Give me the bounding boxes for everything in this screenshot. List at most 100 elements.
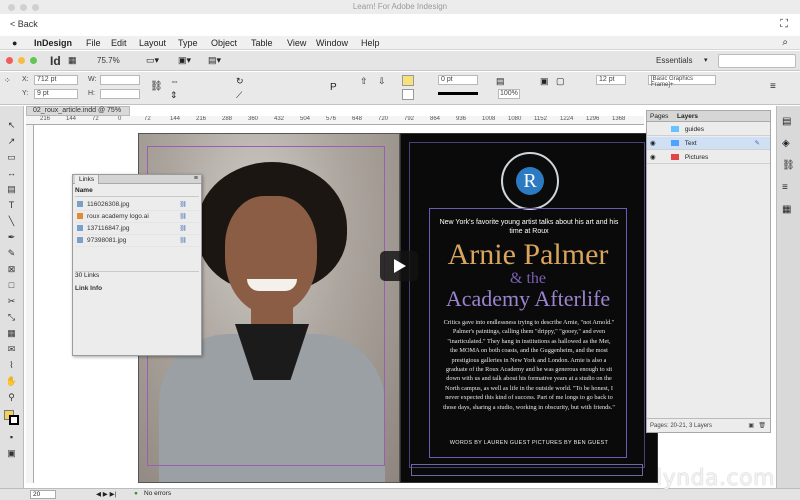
links-tab[interactable]: Links — [75, 175, 100, 184]
select-container-icon[interactable]: ⇧ — [360, 76, 368, 87]
layer-row-pictures[interactable]: ◉ Pictures — [647, 151, 770, 164]
text-wrap-icon[interactable]: ▤ — [496, 76, 505, 87]
link-row[interactable]: 137116847.jpg ⛓ — [75, 223, 199, 235]
swatches-panel-icon[interactable]: ▦ — [782, 204, 791, 215]
zoom-window-button[interactable] — [32, 4, 39, 11]
type-tool-icon[interactable]: T — [5, 200, 18, 211]
tab-layers[interactable]: Layers — [677, 111, 698, 122]
content-collector-icon[interactable]: ▤ — [5, 184, 18, 195]
eye-icon[interactable]: ◉ — [650, 151, 656, 164]
document-tab[interactable]: 02_roux_article.indd @ 75% — [26, 106, 130, 116]
menu-view[interactable]: View — [287, 38, 306, 48]
reference-point-icon[interactable]: ⁘ — [4, 76, 11, 85]
zoom-tool-icon[interactable]: ⚲ — [5, 392, 18, 403]
note-tool-icon[interactable]: ✉ — [5, 344, 18, 355]
close-doc-button[interactable] — [6, 57, 13, 64]
links-panel-icon[interactable]: ⛓ — [782, 160, 795, 171]
opacity-field[interactable]: 100% — [498, 89, 520, 99]
gap-field[interactable]: 12 pt — [596, 75, 626, 85]
close-window-button[interactable] — [8, 4, 15, 11]
shear-icon[interactable]: ⟋ — [236, 90, 242, 101]
flip-icon[interactable]: P — [330, 82, 337, 93]
zoom-level-dropdown[interactable]: 75.7% — [97, 56, 120, 65]
eyedropper-tool-icon[interactable]: ⌇ — [5, 360, 18, 371]
layer-row-guides[interactable]: guides — [647, 123, 770, 136]
link-row[interactable]: 97398081.jpg ⛓ — [75, 235, 199, 247]
stroke-color-swatch[interactable] — [9, 415, 19, 425]
arrange-documents-icon[interactable]: ▤▾ — [208, 55, 221, 66]
stroke-swatch[interactable] — [402, 89, 414, 100]
panel-menu-icon[interactable]: ≡ — [194, 175, 198, 182]
fit-frame-icon[interactable]: ▢ — [556, 76, 565, 87]
link-info-section[interactable]: Link Info — [75, 285, 102, 292]
bridge-icon[interactable]: ▦ — [68, 55, 77, 66]
stroke-weight-field[interactable]: 0 pt — [438, 75, 478, 85]
roux-academy-logo[interactable]: R — [501, 152, 559, 210]
height-field[interactable] — [100, 89, 140, 99]
width-field[interactable] — [100, 75, 140, 85]
menu-table[interactable]: Table — [251, 38, 273, 48]
panel-menu-icon[interactable]: ≡ — [770, 81, 776, 92]
scissors-tool-icon[interactable]: ✂ — [5, 296, 18, 307]
link-row[interactable]: 116026308.jpg ⛓ — [75, 199, 199, 211]
screen-mode-icon[interactable]: ▣▾ — [178, 55, 191, 66]
y-position-field[interactable]: 9 pt — [34, 89, 78, 99]
fullscreen-icon[interactable]: ⛶ — [780, 18, 788, 31]
stroke-type-preview[interactable] — [438, 92, 478, 95]
page-navigation-arrows[interactable]: ◀ ▶ ▶| — [96, 490, 116, 498]
pencil-tool-icon[interactable]: ✎ — [5, 248, 18, 259]
menu-indesign[interactable]: InDesign — [34, 38, 72, 48]
rotate-icon[interactable]: ↻ — [236, 76, 244, 87]
select-content-icon[interactable]: ⇩ — [378, 76, 386, 87]
constrain-proportions-icon[interactable]: ⛓ — [150, 81, 163, 92]
gradient-tool-icon[interactable]: ▦ — [5, 328, 18, 339]
hand-tool-icon[interactable]: ✋ — [5, 376, 18, 387]
rectangle-frame-tool-icon[interactable]: ⊠ — [5, 264, 18, 275]
pen-tool-icon[interactable]: ✒ — [5, 232, 18, 243]
search-icon[interactable]: ⌕ — [782, 37, 788, 48]
direct-selection-tool-icon[interactable]: ↗ — [5, 136, 18, 147]
layer-row-text[interactable]: ◉ Text ✎ — [647, 137, 770, 150]
fitting-icon[interactable]: ▣ — [540, 76, 549, 87]
eye-icon[interactable]: ◉ — [650, 137, 656, 150]
line-tool-icon[interactable]: ╲ — [5, 216, 18, 227]
rectangle-tool-icon[interactable]: □ — [5, 280, 18, 291]
object-style-dropdown[interactable]: [Basic Graphics Frame]+ — [648, 75, 716, 88]
trash-icon[interactable]: 🗑 — [758, 419, 766, 433]
minimize-doc-button[interactable] — [18, 57, 25, 64]
selection-tool-icon[interactable]: ↖ — [5, 120, 18, 131]
preflight-status[interactable]: No errors — [144, 490, 171, 497]
play-button[interactable] — [380, 251, 418, 281]
page-number-field[interactable]: 20 — [30, 490, 56, 499]
scale-x-icon[interactable]: ⇔ — [170, 76, 179, 86]
chevron-down-icon[interactable]: ▾ — [704, 56, 708, 64]
menu-file[interactable]: File — [86, 38, 101, 48]
menu-layout[interactable]: Layout — [139, 38, 166, 48]
stroke-panel-icon[interactable]: ≡ — [782, 182, 788, 193]
menu-window[interactable]: Window — [316, 38, 348, 48]
scale-y-icon[interactable]: ⇕ — [170, 90, 178, 101]
article-page[interactable]: R New York's favorite young artist talks… — [400, 133, 658, 483]
apply-color-icon[interactable]: ▪ — [5, 432, 18, 443]
page-tool-icon[interactable]: ▭ — [5, 152, 18, 163]
menu-edit[interactable]: Edit — [111, 38, 127, 48]
menu-help[interactable]: Help — [361, 38, 380, 48]
new-layer-icon[interactable]: ▣ — [748, 419, 754, 433]
footer-frame[interactable] — [411, 464, 643, 476]
gap-tool-icon[interactable]: ↔ — [5, 168, 18, 179]
links-panel[interactable]: Links ≡ Name 116026308.jpg ⛓ roux academy… — [72, 174, 202, 356]
pages-panel-icon[interactable]: ▤ — [782, 116, 791, 127]
maximize-doc-button[interactable] — [30, 57, 37, 64]
x-position-field[interactable]: 712 pt — [34, 75, 78, 85]
screen-mode-tool-icon[interactable]: ▣ — [5, 448, 18, 459]
menu-object[interactable]: Object — [211, 38, 237, 48]
tab-pages[interactable]: Pages — [650, 111, 668, 122]
back-button[interactable]: < Back — [10, 19, 38, 29]
link-row[interactable]: roux academy logo.ai ⛓ — [75, 211, 199, 223]
view-options-icon[interactable]: ▭▾ — [146, 55, 159, 66]
workspace-dropdown[interactable]: Essentials — [656, 56, 692, 65]
search-input[interactable] — [718, 54, 796, 68]
minimize-window-button[interactable] — [20, 4, 27, 11]
menu-type[interactable]: Type — [178, 38, 198, 48]
fill-swatch[interactable] — [402, 75, 414, 86]
